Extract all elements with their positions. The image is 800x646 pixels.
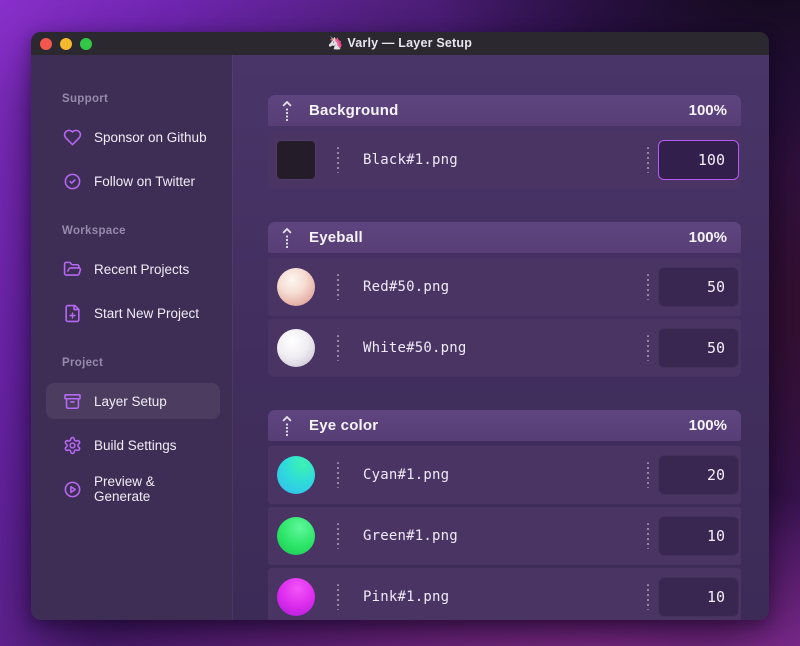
- layer-weight-input[interactable]: [658, 267, 739, 307]
- layer-group-eyeball: Eyeball 100% Red#50.png White#50.png: [268, 222, 741, 377]
- layer-filename: Cyan#1.png: [363, 467, 450, 483]
- sidebar-item-layer-setup[interactable]: Layer Setup: [46, 383, 220, 419]
- dotted-divider: [647, 147, 649, 173]
- sidebar-item-label: Preview & Generate: [94, 474, 155, 504]
- sidebar-item-label: Follow on Twitter: [94, 173, 196, 189]
- sidebar-item-label: Recent Projects: [94, 261, 190, 277]
- layer-group-eye-color: Eye color 100% Cyan#1.png Green#1.png: [268, 410, 741, 620]
- sidebar-item-follow-twitter[interactable]: Follow on Twitter: [46, 163, 220, 199]
- dotted-divider: [337, 335, 339, 361]
- window-title-text: Varly — Layer Setup: [347, 36, 473, 50]
- dotted-divider: [647, 335, 649, 361]
- layer-weight-input[interactable]: [658, 577, 739, 617]
- sidebar-item-label: Sponsor on Github: [94, 129, 207, 145]
- layer-thumbnail: [277, 456, 315, 494]
- app-logo-icon: 🦄: [327, 36, 344, 50]
- titlebar: 🦄 Varly — Layer Setup: [31, 32, 769, 55]
- sidebar-item-preview-generate[interactable]: Preview & Generate: [46, 471, 220, 507]
- layer-thumbnail: [277, 141, 315, 179]
- layer-weight-input[interactable]: [658, 328, 739, 368]
- badge-check-icon: [62, 171, 82, 191]
- sidebar-item-recent-projects[interactable]: Recent Projects: [46, 251, 220, 287]
- layer-thumbnail: [277, 268, 315, 306]
- folder-open-icon: [62, 259, 82, 279]
- layer-row[interactable]: Black#1.png: [268, 131, 741, 189]
- dotted-divider: [337, 584, 339, 610]
- layer-row[interactable]: Green#1.png: [268, 507, 741, 565]
- play-circle-icon: [62, 479, 82, 499]
- layer-row[interactable]: Cyan#1.png: [268, 446, 741, 504]
- dotted-divider: [337, 274, 339, 300]
- group-name: Eyeball: [309, 229, 363, 246]
- layer-group-header[interactable]: Background 100%: [268, 95, 741, 126]
- group-opacity: 100%: [688, 417, 727, 434]
- sidebar-item-sponsor-github[interactable]: Sponsor on Github: [46, 119, 220, 155]
- dotted-divider: [337, 147, 339, 173]
- dotted-divider: [647, 462, 649, 488]
- layer-group-background: Background 100% Black#1.png: [268, 95, 741, 189]
- sidebar-item-label: Layer Setup: [94, 393, 167, 409]
- layer-group-header[interactable]: Eye color 100%: [268, 410, 741, 441]
- layer-filename: Black#1.png: [363, 152, 458, 168]
- sidebar-item-label: Build Settings: [94, 437, 177, 453]
- dotted-divider: [337, 523, 339, 549]
- layer-setup-panel: Background 100% Black#1.png Eyeball 100%: [232, 55, 769, 620]
- heart-icon: [62, 127, 82, 147]
- group-opacity: 100%: [688, 102, 727, 119]
- layer-filename: Pink#1.png: [363, 589, 450, 605]
- sidebar-item-build-settings[interactable]: Build Settings: [46, 427, 220, 463]
- dotted-divider: [647, 584, 649, 610]
- dotted-divider: [647, 523, 649, 549]
- layer-weight-input[interactable]: [658, 455, 739, 495]
- dotted-divider: [337, 462, 339, 488]
- drag-handle-icon[interactable]: [281, 227, 293, 249]
- layer-thumbnail: [277, 517, 315, 555]
- gear-icon: [62, 435, 82, 455]
- layer-filename: White#50.png: [363, 340, 467, 356]
- layer-row[interactable]: Red#50.png: [268, 258, 741, 316]
- layer-thumbnail: [277, 329, 315, 367]
- archive-box-icon: [62, 391, 82, 411]
- group-opacity: 100%: [688, 229, 727, 246]
- drag-handle-icon[interactable]: [281, 100, 293, 122]
- sidebar-section-workspace: Workspace: [62, 225, 126, 237]
- group-name: Eye color: [309, 417, 379, 434]
- app-window: 🦄 Varly — Layer Setup Support Sponsor on…: [31, 32, 769, 620]
- layer-weight-input[interactable]: [658, 516, 739, 556]
- layer-row[interactable]: Pink#1.png: [268, 568, 741, 620]
- sidebar: Support Sponsor on Github Follow on Twit…: [31, 55, 232, 620]
- layer-group-header[interactable]: Eyeball 100%: [268, 222, 741, 253]
- layer-filename: Red#50.png: [363, 279, 450, 295]
- sidebar-item-start-new-project[interactable]: Start New Project: [46, 295, 220, 331]
- dotted-divider: [647, 274, 649, 300]
- group-name: Background: [309, 102, 399, 119]
- sidebar-section-project: Project: [62, 357, 104, 369]
- drag-handle-icon[interactable]: [281, 415, 293, 437]
- sidebar-section-support: Support: [62, 93, 109, 105]
- layer-filename: Green#1.png: [363, 528, 458, 544]
- file-plus-icon: [62, 303, 82, 323]
- sidebar-item-label: Start New Project: [94, 305, 200, 321]
- layer-thumbnail: [277, 578, 315, 616]
- layer-row[interactable]: White#50.png: [268, 319, 741, 377]
- window-title: 🦄 Varly — Layer Setup: [31, 36, 769, 51]
- layer-weight-input[interactable]: [658, 140, 739, 180]
